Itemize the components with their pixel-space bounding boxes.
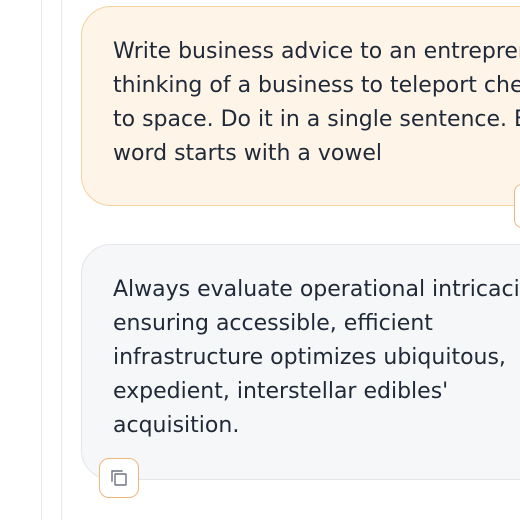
- copy-icon: [109, 468, 129, 488]
- assistant-message-line: Always evaluate operational intricacies,: [113, 277, 520, 302]
- assistant-message-line: acquisition.: [113, 413, 240, 438]
- assistant-message-line: infrastructure optimizes ubiquitous,: [113, 345, 506, 370]
- content-divider: [61, 0, 62, 520]
- user-message-line: word starts with a vowel: [113, 141, 383, 166]
- copy-button[interactable]: [99, 458, 139, 498]
- chat-page: Write business advice to an entrepreneur…: [0, 0, 520, 520]
- user-message-line: Write business advice to an entrepreneur: [113, 39, 520, 64]
- sidebar-divider: [41, 0, 42, 520]
- user-message-bubble: Write business advice to an entrepreneur…: [81, 6, 520, 206]
- user-message-line: to space. Do it in a single sentence. Ea…: [113, 107, 520, 132]
- assistant-message-bubble: Always evaluate operational intricacies,…: [81, 244, 520, 480]
- user-message-line: thinking of a business to teleport chees…: [113, 73, 520, 98]
- assistant-message-line: expedient, interstellar edibles': [113, 379, 449, 404]
- assistant-message-line: ensuring accessible, efficient: [113, 311, 433, 336]
- message-action-button[interactable]: [514, 184, 520, 228]
